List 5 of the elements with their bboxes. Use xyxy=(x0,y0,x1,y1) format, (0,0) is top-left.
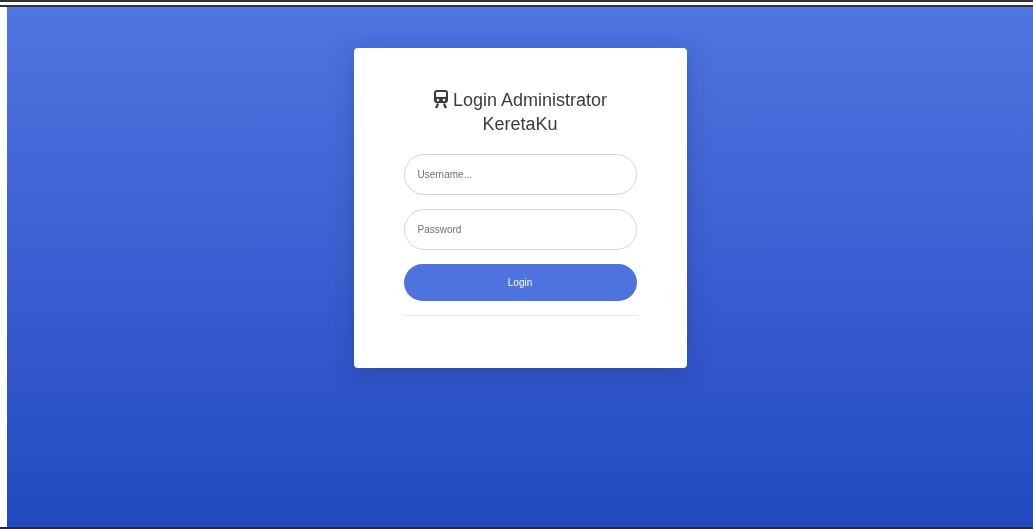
login-title: Login Administrator KeretaKu xyxy=(403,88,637,136)
login-button[interactable]: Login xyxy=(403,264,637,301)
password-field[interactable]: Password xyxy=(403,209,637,250)
username-field[interactable]: Username... xyxy=(403,154,637,195)
train-icon xyxy=(432,90,449,108)
